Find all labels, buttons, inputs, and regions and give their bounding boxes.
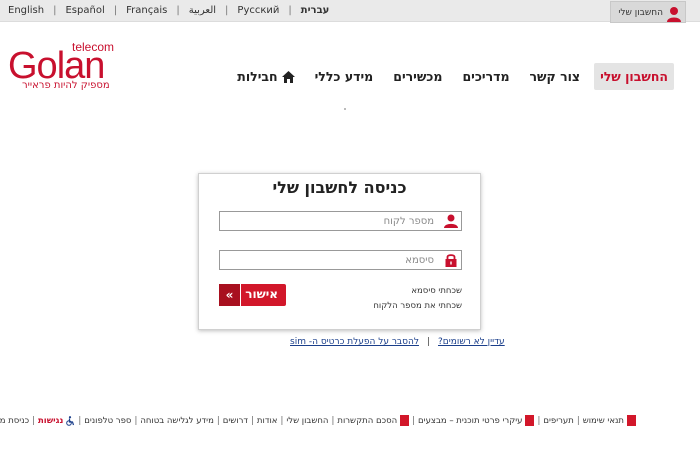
nav-packages[interactable]: חבילות: [231, 63, 300, 90]
lang-spanish[interactable]: Español: [65, 5, 104, 16]
forgot-password-link[interactable]: שכחתי סיסמא: [373, 284, 462, 299]
footer-links: תנאי שימוש|תעריפים|עיקרי פרטי תוכנית – מ…: [0, 415, 636, 426]
customer-number-input[interactable]: [222, 213, 434, 229]
submit-label: אישור: [245, 287, 278, 301]
lang-french[interactable]: Français: [126, 5, 167, 16]
submit-button[interactable]: « אישור: [219, 284, 286, 306]
footer-jobs-link[interactable]: דרושים: [223, 416, 248, 426]
my-account-top-label: החשבון שלי: [618, 8, 663, 18]
footer-accessibility-link[interactable]: נגישות: [38, 416, 63, 426]
pdf-icon: [400, 415, 410, 426]
pdf-icon: [525, 415, 535, 426]
user-icon: [444, 214, 458, 228]
nav-guides[interactable]: מדריכים: [456, 63, 515, 90]
footer-my-account-link[interactable]: החשבון שלי: [286, 416, 328, 426]
password-field[interactable]: [219, 250, 462, 270]
lang-arabic[interactable]: العربية: [189, 5, 216, 16]
not-registered-link[interactable]: עדיין לא רשומים?: [438, 337, 505, 347]
nav-devices[interactable]: מכשירים: [387, 63, 448, 90]
lang-hebrew[interactable]: עברית: [301, 5, 330, 16]
main-nav: חבילות מידע כללי מכשירים מדריכים צור קשר…: [223, 62, 674, 90]
nav-divider-dot: [344, 108, 346, 110]
footer-agreement-link[interactable]: הסכם התקשרות: [337, 416, 397, 426]
password-input[interactable]: [222, 252, 434, 268]
double-chevron-icon: «: [219, 284, 241, 306]
nav-general-info[interactable]: מידע כללי: [309, 63, 380, 90]
logo-slogan: מספיק להיות פראייר: [22, 80, 110, 91]
user-icon: [667, 7, 681, 22]
login-box: כניסה לחשבון שלי שכחתי סיסמא שכחתי את מס…: [198, 173, 481, 330]
customer-number-field[interactable]: [219, 211, 462, 231]
golan-telecom-logo[interactable]: telecom Golan מספיק להיות פראייר: [8, 40, 120, 96]
nav-packages-label: חבילות: [237, 68, 278, 84]
login-title: כניסה לחשבון שלי: [272, 178, 407, 197]
lock-icon: [445, 254, 457, 267]
footer-phonebook-link[interactable]: ספר טלפונים: [84, 416, 131, 426]
nav-contact[interactable]: צור קשר: [524, 63, 587, 90]
language-selector: English | Español | Français | العربية | Русский…: [8, 5, 330, 16]
footer-about-link[interactable]: אודות: [257, 416, 278, 426]
footer-reseller-login-link[interactable]: כניסת משווק: [0, 416, 29, 426]
footer-safe-browsing-link[interactable]: מידע לגלישה בטוחה: [140, 416, 214, 426]
home-icon: [281, 71, 295, 83]
my-account-top-button[interactable]: החשבון שלי: [610, 1, 686, 23]
footer-rates-link[interactable]: תעריפים: [543, 416, 573, 426]
footer-plan-details-link[interactable]: עיקרי פרטי תוכנית – מבצעים: [418, 416, 522, 426]
pdf-icon: [627, 415, 636, 426]
sim-activation-link[interactable]: להסבר על הפעלת כרטיס ה- sim: [290, 337, 419, 347]
footer-terms-link[interactable]: תנאי שימוש: [583, 416, 624, 426]
wheelchair-icon: [66, 415, 75, 426]
forgot-links: שכחתי סיסמא שכחתי את מספר הלקוח: [373, 284, 462, 314]
forgot-customer-number-link[interactable]: שכחתי את מספר הלקוח: [373, 299, 462, 314]
lang-english[interactable]: English: [8, 5, 44, 16]
lang-russian[interactable]: Русский: [237, 5, 279, 16]
nav-my-account[interactable]: החשבון שלי: [594, 62, 674, 90]
top-bar: English | Español | Français | العربية | Русский…: [0, 0, 700, 23]
